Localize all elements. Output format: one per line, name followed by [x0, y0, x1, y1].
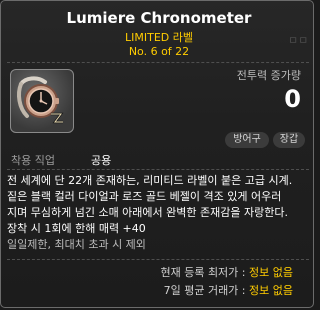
combat-power-label: 전투력 증가량: [236, 69, 301, 82]
faint-background-text: ㅁㅁ: [288, 34, 309, 47]
description-line: 전 세계에 단 22개 존재하는, 리미티드 라벨이 붙은 고급 시계.: [7, 174, 293, 187]
item-icon-frame: [10, 69, 74, 133]
category-tag-gloves: 장갑: [273, 132, 305, 148]
required-job-value: 공용: [91, 154, 112, 167]
description-line: 짙은 블랙 컬러 다이얼과 로즈 골드 베젤이 격조 있게 어우러: [7, 190, 282, 203]
category-tag-armor: 방어구: [225, 132, 269, 148]
pocket-watch-icon: [17, 76, 64, 124]
item-title: Lumiere Chronometer: [66, 9, 252, 27]
required-job-label: 착용 직업: [11, 154, 55, 167]
description-line: 장착 시 1회에 한해 매력 +40: [7, 222, 146, 235]
lowest-price-label: 현재 등록 최저가 :: [160, 266, 246, 279]
lowest-price-value: 정보 없음: [249, 266, 293, 279]
divider: [7, 62, 309, 63]
divider: [7, 259, 309, 260]
divider: [7, 169, 309, 170]
average-price-row: 7일 평균 거래가 : 정보 없음: [7, 282, 293, 298]
item-grade-label: LIMITED 라벨: [125, 31, 193, 44]
item-description: 전 세계에 단 22개 존재하는, 리미티드 라벨이 붙은 고급 시계. 짙은 …: [7, 173, 311, 253]
average-price-label: 7일 평균 거래가 :: [163, 284, 246, 297]
description-line: 지며 무심하게 넘긴 소매 아래에서 완벽한 존재감을 자랑한다.: [7, 206, 288, 219]
lowest-price-row: 현재 등록 최저가 : 정보 없음: [7, 264, 293, 280]
average-price-value: 정보 없음: [249, 284, 293, 297]
item-tooltip: Lumiere Chronometer LIMITED 라벨 No. 6 of …: [0, 0, 314, 308]
description-note: 일일제한, 최대치 초과 시 제외: [7, 238, 146, 251]
item-serial-number: No. 6 of 22: [128, 45, 190, 58]
combat-power-value: 0: [284, 85, 301, 113]
